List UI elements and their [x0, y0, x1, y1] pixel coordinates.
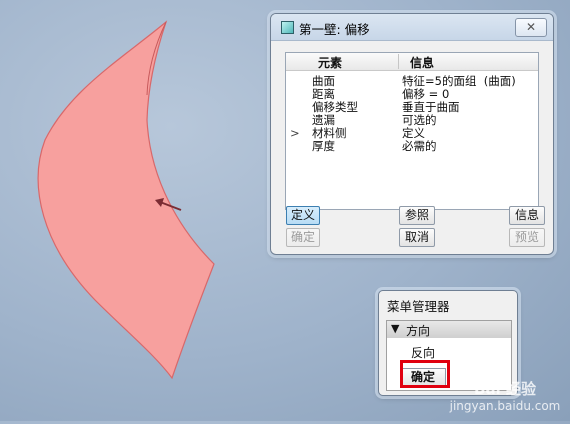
menu-section-label: 方向: [406, 324, 431, 338]
offset-dialog: 第一壁: 偏移 ✕ 元素 信息 曲面 特征=5的面组 (曲面) 距离 偏移 = …: [270, 13, 554, 255]
close-button[interactable]: ✕: [515, 18, 547, 37]
references-button[interactable]: 参照: [399, 206, 435, 225]
element-table: 元素 信息 曲面 特征=5的面组 (曲面) 距离 偏移 = 0 偏移类型 垂直于…: [285, 52, 539, 210]
ok-button-disabled[interactable]: 确定: [286, 228, 320, 247]
close-icon: ✕: [525, 20, 537, 34]
feature-icon: [281, 21, 294, 34]
cancel-button[interactable]: 取消: [399, 228, 435, 247]
column-header-info: 信息: [410, 56, 435, 70]
dialog-titlebar[interactable]: 第一壁: 偏移 ✕: [271, 14, 553, 41]
menu-section-direction[interactable]: ▼ 方向: [386, 320, 512, 339]
surface-face: [37, 20, 215, 380]
dialog-title: 第一壁: 偏移: [299, 22, 370, 37]
define-button[interactable]: 定义: [286, 206, 320, 225]
table-header: 元素 信息: [286, 53, 538, 71]
column-header-element: 元素: [318, 56, 343, 70]
triangle-down-icon: ▼: [391, 322, 400, 335]
watermark: Bai 经验 jingyan.baidu.com: [440, 378, 570, 413]
preview-button-disabled[interactable]: 预览: [509, 228, 545, 247]
column-divider: [398, 54, 399, 69]
row-info: 必需的: [402, 139, 437, 153]
watermark-brand: Bai 经验: [474, 380, 536, 398]
watermark-url: jingyan.baidu.com: [449, 399, 561, 413]
info-button[interactable]: 信息: [509, 206, 545, 225]
current-row-arrow: >: [290, 126, 300, 140]
menu-item-flip[interactable]: 反向: [411, 344, 435, 361]
menu-manager-title: 菜单管理器: [387, 299, 450, 314]
row-element: 厚度: [312, 139, 335, 153]
table-row[interactable]: 厚度 必需的: [286, 140, 538, 153]
